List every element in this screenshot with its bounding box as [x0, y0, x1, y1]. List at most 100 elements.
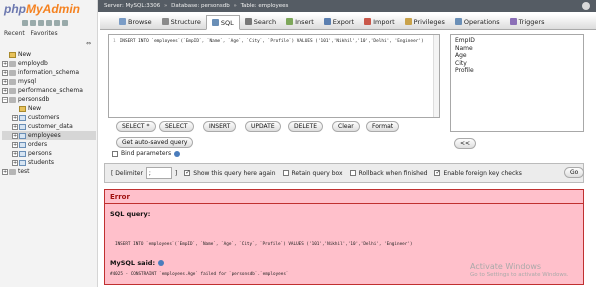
expand-icon[interactable]: +: [12, 123, 18, 130]
tab-export[interactable]: Export: [319, 14, 359, 29]
tree-node-label[interactable]: students: [28, 159, 54, 166]
help-icon[interactable]: [38, 20, 44, 26]
phpmyadmin-logo[interactable]: phpMyAdmin: [4, 2, 96, 22]
delimiter-label: [ Delimiter: [111, 169, 143, 177]
tree-node-label[interactable]: test: [18, 168, 30, 175]
tree-node[interactable]: + customers: [2, 113, 96, 122]
expand-icon[interactable]: +: [2, 69, 8, 76]
show-query-again-checkbox[interactable]: [184, 169, 190, 176]
tree-node-label[interactable]: employdb: [18, 60, 48, 67]
rollback-checkbox[interactable]: [349, 170, 356, 176]
collapse-all-icon[interactable]: ⇔: [86, 40, 91, 47]
tree-node[interactable]: New: [2, 104, 96, 113]
bind-parameters-checkbox[interactable]: [112, 150, 118, 157]
tree-node[interactable]: + employdb: [2, 59, 96, 68]
tree-node-label[interactable]: persons: [28, 150, 52, 157]
expand-icon[interactable]: +: [12, 114, 18, 121]
tree-node[interactable]: + orders: [2, 140, 96, 149]
expand-icon[interactable]: +: [2, 60, 8, 67]
tree-node[interactable]: + employees: [2, 131, 96, 140]
home-icon[interactable]: [22, 20, 28, 26]
get-auto-saved-query-button[interactable]: Get auto-saved query: [116, 137, 194, 148]
tree-node-label[interactable]: customers: [28, 114, 59, 121]
delete-button[interactable]: DELETE: [288, 121, 324, 132]
tree-node[interactable]: + persons: [2, 149, 96, 158]
column-option[interactable]: Profile: [455, 67, 579, 75]
tree-node[interactable]: + test: [2, 167, 96, 176]
tree-node-label[interactable]: New: [18, 51, 31, 58]
tab-search[interactable]: Search: [240, 14, 281, 29]
gear-icon[interactable]: [582, 2, 590, 10]
recent-tab[interactable]: Recent: [4, 30, 25, 37]
tree-node[interactable]: − personsdb: [2, 95, 96, 104]
logout-icon[interactable]: [30, 20, 36, 26]
help-icon[interactable]: [174, 150, 181, 157]
retain-query-box-checkbox[interactable]: [282, 170, 289, 176]
docs-icon[interactable]: [46, 20, 52, 26]
format-button[interactable]: Format: [366, 121, 400, 132]
tree-node-label[interactable]: personsdb: [18, 96, 49, 103]
tree-node[interactable]: + information_schema: [2, 68, 96, 77]
database-icon: [9, 78, 16, 85]
column-option[interactable]: EmpID: [455, 37, 579, 45]
tree-node[interactable]: + customer_data: [2, 122, 96, 131]
expand-icon[interactable]: +: [12, 159, 18, 166]
go-button[interactable]: Go: [564, 167, 585, 178]
tab-operations[interactable]: Operations: [450, 14, 505, 29]
foreign-key-checks-checkbox[interactable]: [434, 169, 440, 176]
insert-button[interactable]: INSERT: [203, 121, 237, 132]
clear-button[interactable]: Clear: [332, 121, 360, 132]
settings-icon[interactable]: [54, 20, 60, 26]
textarea-scrollbar[interactable]: [433, 35, 439, 117]
delimiter-input[interactable]: ;: [145, 167, 172, 179]
expand-icon[interactable]: +: [12, 141, 18, 148]
tree-node-label[interactable]: New: [28, 105, 41, 112]
navigation-panel: phpMyAdmin Recent Favorites ⇔ New + employ…: [0, 0, 98, 287]
column-option[interactable]: Age: [455, 52, 579, 60]
tree-node[interactable]: + mysql: [2, 77, 96, 86]
error-sql-query: INSERT INTO `employees`(`EmpID`, `Name`,…: [115, 242, 413, 247]
tree-node[interactable]: New: [2, 50, 96, 59]
tree-node-label[interactable]: customer_data: [28, 123, 73, 130]
tab-sql[interactable]: SQL: [205, 15, 240, 30]
tab-triggers[interactable]: Triggers: [505, 14, 550, 29]
tab-structure[interactable]: Structure: [157, 14, 206, 29]
database-breadcrumb[interactable]: Database: personsdb: [171, 3, 230, 9]
expand-icon[interactable]: +: [2, 168, 8, 175]
insert-column-button[interactable]: <<: [454, 138, 477, 149]
tree-node-label[interactable]: employees: [28, 132, 61, 139]
tab-insert[interactable]: Insert: [281, 14, 319, 29]
sql-query-textarea[interactable]: 1 INSERT INTO `employees`(`EmpID`, `Name`…: [108, 34, 440, 118]
tree-node-label[interactable]: performance_schema: [18, 87, 83, 94]
tab-browse[interactable]: Browse: [114, 14, 157, 29]
favorites-tab[interactable]: Favorites: [31, 30, 58, 37]
tree-node[interactable]: + performance_schema: [2, 86, 96, 95]
tab-import[interactable]: Import: [359, 14, 400, 29]
collapse-icon[interactable]: −: [2, 96, 8, 103]
tree-node-label[interactable]: mysql: [18, 78, 36, 85]
select-star-button[interactable]: SELECT *: [116, 121, 156, 132]
column-option[interactable]: Name: [455, 45, 579, 53]
server-breadcrumb[interactable]: Server: MySQL:3306: [104, 3, 160, 9]
tree-node[interactable]: + students: [2, 158, 96, 167]
expand-icon[interactable]: +: [12, 150, 18, 157]
update-button[interactable]: UPDATE: [245, 121, 281, 132]
tab-label: Structure: [170, 17, 201, 26]
expand-icon[interactable]: +: [2, 87, 8, 94]
table-breadcrumb[interactable]: Table: employees: [241, 3, 289, 9]
select-button[interactable]: SELECT: [159, 121, 194, 132]
tree-node-label[interactable]: information_schema: [18, 69, 79, 76]
tree-node-label[interactable]: orders: [28, 141, 47, 148]
columns-list[interactable]: EmpID Name Age City Profile: [450, 34, 584, 132]
expand-icon[interactable]: +: [2, 78, 8, 85]
column-option[interactable]: City: [455, 60, 579, 68]
error-message: #4025 - CONSTRAINT `employees.Age` faile…: [110, 272, 289, 277]
new-icon: [19, 105, 26, 112]
expand-icon[interactable]: +: [12, 132, 18, 139]
reload-icon[interactable]: [62, 20, 68, 26]
table-icon: [19, 159, 26, 166]
tab-privileges[interactable]: Privileges: [400, 14, 450, 29]
documentation-icon[interactable]: [158, 260, 165, 266]
database-icon: [9, 69, 16, 76]
rollback-label: Rollback when finished: [358, 169, 428, 177]
